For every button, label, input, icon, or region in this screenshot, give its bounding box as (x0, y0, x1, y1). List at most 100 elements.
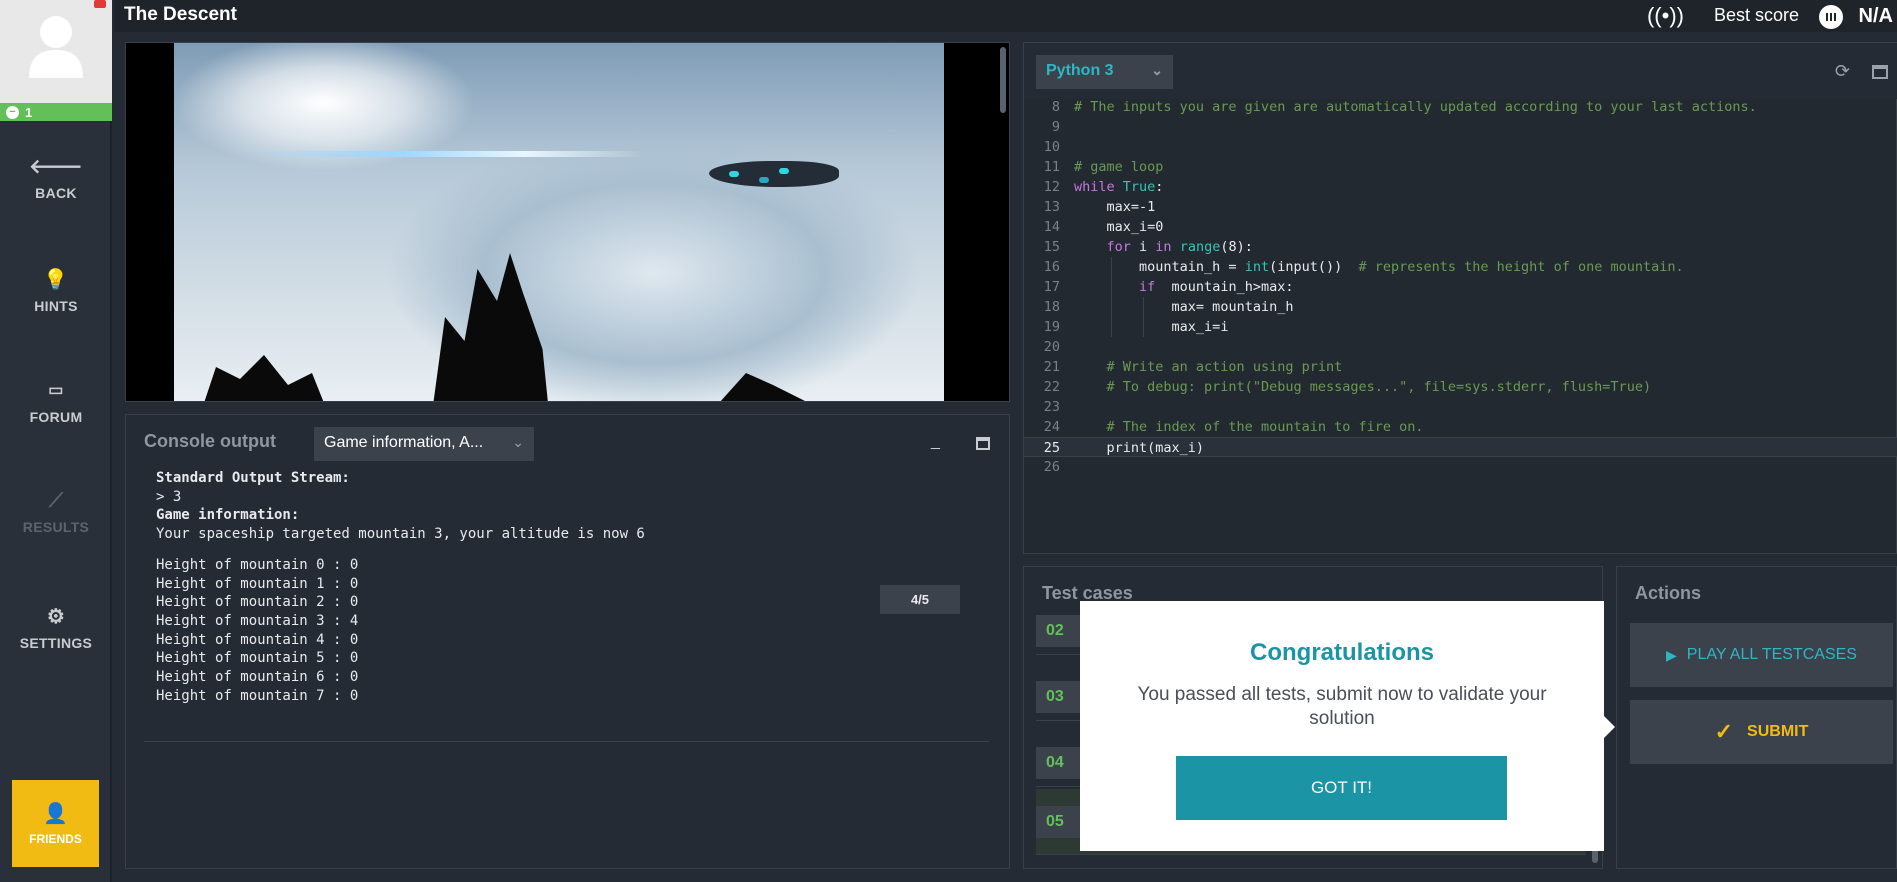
code-token: in (1155, 239, 1180, 255)
code-line[interactable]: 10 (1024, 137, 1897, 157)
console-line: Your spaceship targeted mountain 3, your… (156, 526, 645, 543)
sidebar-item-settings[interactable]: ⚙ SETTINGS (0, 594, 112, 664)
code-line[interactable]: 8 # The inputs you are given are automati… (1024, 97, 1897, 117)
code-line[interactable]: 19 max_i=i (1024, 317, 1897, 337)
code-text: # game loop (1074, 157, 1163, 177)
expand-editor-icon[interactable] (1872, 65, 1888, 79)
line-number: 18 (1043, 299, 1060, 315)
test-case-number: 02 (1036, 615, 1082, 647)
best-score-value: N/A (1858, 5, 1893, 27)
indent-guide (1143, 317, 1145, 337)
indent-guide (1110, 317, 1112, 337)
sidebar-item-label: HINTS (34, 298, 78, 314)
code-token: (input()) (1269, 259, 1359, 275)
code-line[interactable]: 24 # The index of the mountain to fire o… (1024, 417, 1897, 437)
code-line[interactable]: 16 mountain_h = int(input()) # represent… (1024, 257, 1897, 277)
code-line[interactable]: 17 if mountain_h>max: (1024, 277, 1897, 297)
level-icon: − (6, 105, 19, 119)
sidebar-item-hints[interactable]: 💡 HINTS (0, 257, 112, 327)
code-area[interactable]: 8 # The inputs you are given are automati… (1024, 97, 1897, 477)
code-text: if mountain_h>max: (1074, 277, 1293, 297)
best-score-label: Best score (1713, 5, 1799, 25)
code-line[interactable]: 20 (1024, 337, 1897, 357)
code-line[interactable]: 18 max= mountain_h (1024, 297, 1897, 317)
lightbulb-icon: 💡 (43, 269, 69, 291)
game-scene-image (174, 43, 944, 401)
sidebar-item-results[interactable]: ⟋ RESULTS (0, 478, 112, 548)
console-line: Height of mountain 1 : 0 (156, 575, 359, 592)
line-number: 25 (1043, 440, 1060, 456)
code-line[interactable]: 22 # To debug: print("Debug messages..."… (1024, 377, 1897, 397)
notification-badge[interactable] (94, 0, 106, 8)
user-silhouette-icon (29, 16, 83, 78)
console-output: Standard Output Stream: > 3 Game informati… (156, 469, 645, 705)
console-line: Height of mountain 0 : 0 (156, 556, 359, 573)
game-viewer[interactable] (125, 42, 1010, 402)
code-token: # The inputs you are given are automatic… (1074, 99, 1757, 115)
code-line[interactable]: 25 print(max_i) (1024, 437, 1897, 457)
code-token: max=-1 (1106, 199, 1156, 215)
code-text: mountain_h = int(input()) # represents t… (1074, 257, 1684, 277)
mountain-silhouette (432, 253, 549, 401)
avatar[interactable] (0, 0, 112, 103)
mountain-silhouette (719, 373, 809, 401)
maximize-icon[interactable] (976, 437, 990, 450)
reset-code-icon[interactable]: ⟳ (1835, 61, 1850, 82)
code-token: # Write an action using print (1106, 359, 1343, 375)
test-case-number: 04 (1036, 747, 1082, 779)
chevron-down-icon: ⌄ (1151, 62, 1163, 78)
code-line[interactable]: 11 # game loop (1024, 157, 1897, 177)
console-line: Height of mountain 7 : 0 (156, 687, 359, 704)
code-text: # The inputs you are given are automatic… (1074, 97, 1757, 117)
minimize-icon[interactable]: _ (931, 433, 940, 451)
console-filter-select[interactable]: Game information, A... ⌄ (314, 427, 534, 461)
console-line: Standard Output Stream: (156, 470, 350, 486)
code-text: while True: (1074, 177, 1163, 197)
popup-pointer (1603, 715, 1615, 739)
user-icon: 👤 (43, 803, 68, 825)
sidebar-item-back[interactable]: 🡐 BACK (0, 144, 112, 214)
sidebar-item-label: RESULTS (22, 519, 90, 535)
code-text: max_i=i (1074, 317, 1229, 337)
code-token: True (1122, 179, 1156, 195)
console-line: > 3 (156, 488, 182, 505)
code-text: print(max_i) (1074, 438, 1205, 456)
console-title: Console output (144, 431, 276, 451)
code-token: while (1074, 179, 1123, 195)
language-select[interactable]: Python 3 ⌄ (1036, 55, 1173, 89)
console-line: Height of mountain 5 : 0 (156, 650, 359, 667)
line-number: 15 (1043, 239, 1060, 255)
spaceship (709, 161, 839, 187)
play-all-testcases-button[interactable]: ▶ PLAY ALL TESTCASES (1630, 623, 1893, 687)
got-it-button[interactable]: GOT IT! (1176, 756, 1507, 820)
code-line[interactable]: 14 max_i=0 (1024, 217, 1897, 237)
code-line[interactable]: 23 (1024, 397, 1897, 417)
code-line[interactable]: 12 while True: (1024, 177, 1897, 197)
arrow-left-icon: 🡐 (29, 156, 83, 178)
code-token: mountain_h>max: (1163, 279, 1294, 295)
sidebar-item-label: BACK (35, 185, 77, 201)
friends-button[interactable]: 👤 FRIENDS (12, 780, 99, 867)
code-line[interactable]: 9 (1024, 117, 1897, 137)
code-editor[interactable]: Python 3 ⌄ ⟳ 8 # The inputs you are given… (1023, 42, 1897, 554)
line-number: 9 (1051, 119, 1060, 135)
code-line[interactable]: 26 (1024, 457, 1897, 477)
code-token: : (1155, 179, 1164, 195)
code-text: for i in range(8): (1074, 237, 1253, 257)
ide-screen: − 1 🡐 BACK 💡 HINTS ▭ FORUM ⟋ RESULTS ⚙ S… (0, 0, 1897, 882)
code-line[interactable]: 21 # Write an action using print (1024, 357, 1897, 377)
line-number: 21 (1043, 359, 1060, 375)
congratulations-popup: Congratulations You passed all tests, su… (1080, 601, 1604, 851)
line-number: 8 (1051, 99, 1060, 115)
console-panel: Console output Game information, A... ⌄ … (125, 414, 1010, 869)
viewer-scrollbar[interactable] (1000, 47, 1006, 113)
editor-header: Python 3 ⌄ ⟳ (1024, 43, 1897, 99)
sidebar-item-forum[interactable]: ▭ FORUM (0, 368, 112, 438)
submit-button[interactable]: ✓ SUBMIT (1630, 700, 1893, 764)
line-number: 17 (1043, 279, 1060, 295)
code-line[interactable]: 13 max=-1 (1024, 197, 1897, 217)
code-line[interactable]: 15 for i in range(8): (1024, 237, 1897, 257)
broadcast-icon[interactable]: ((•)) (1647, 3, 1684, 29)
line-number: 12 (1043, 179, 1060, 195)
console-line: Game information: (156, 507, 300, 524)
